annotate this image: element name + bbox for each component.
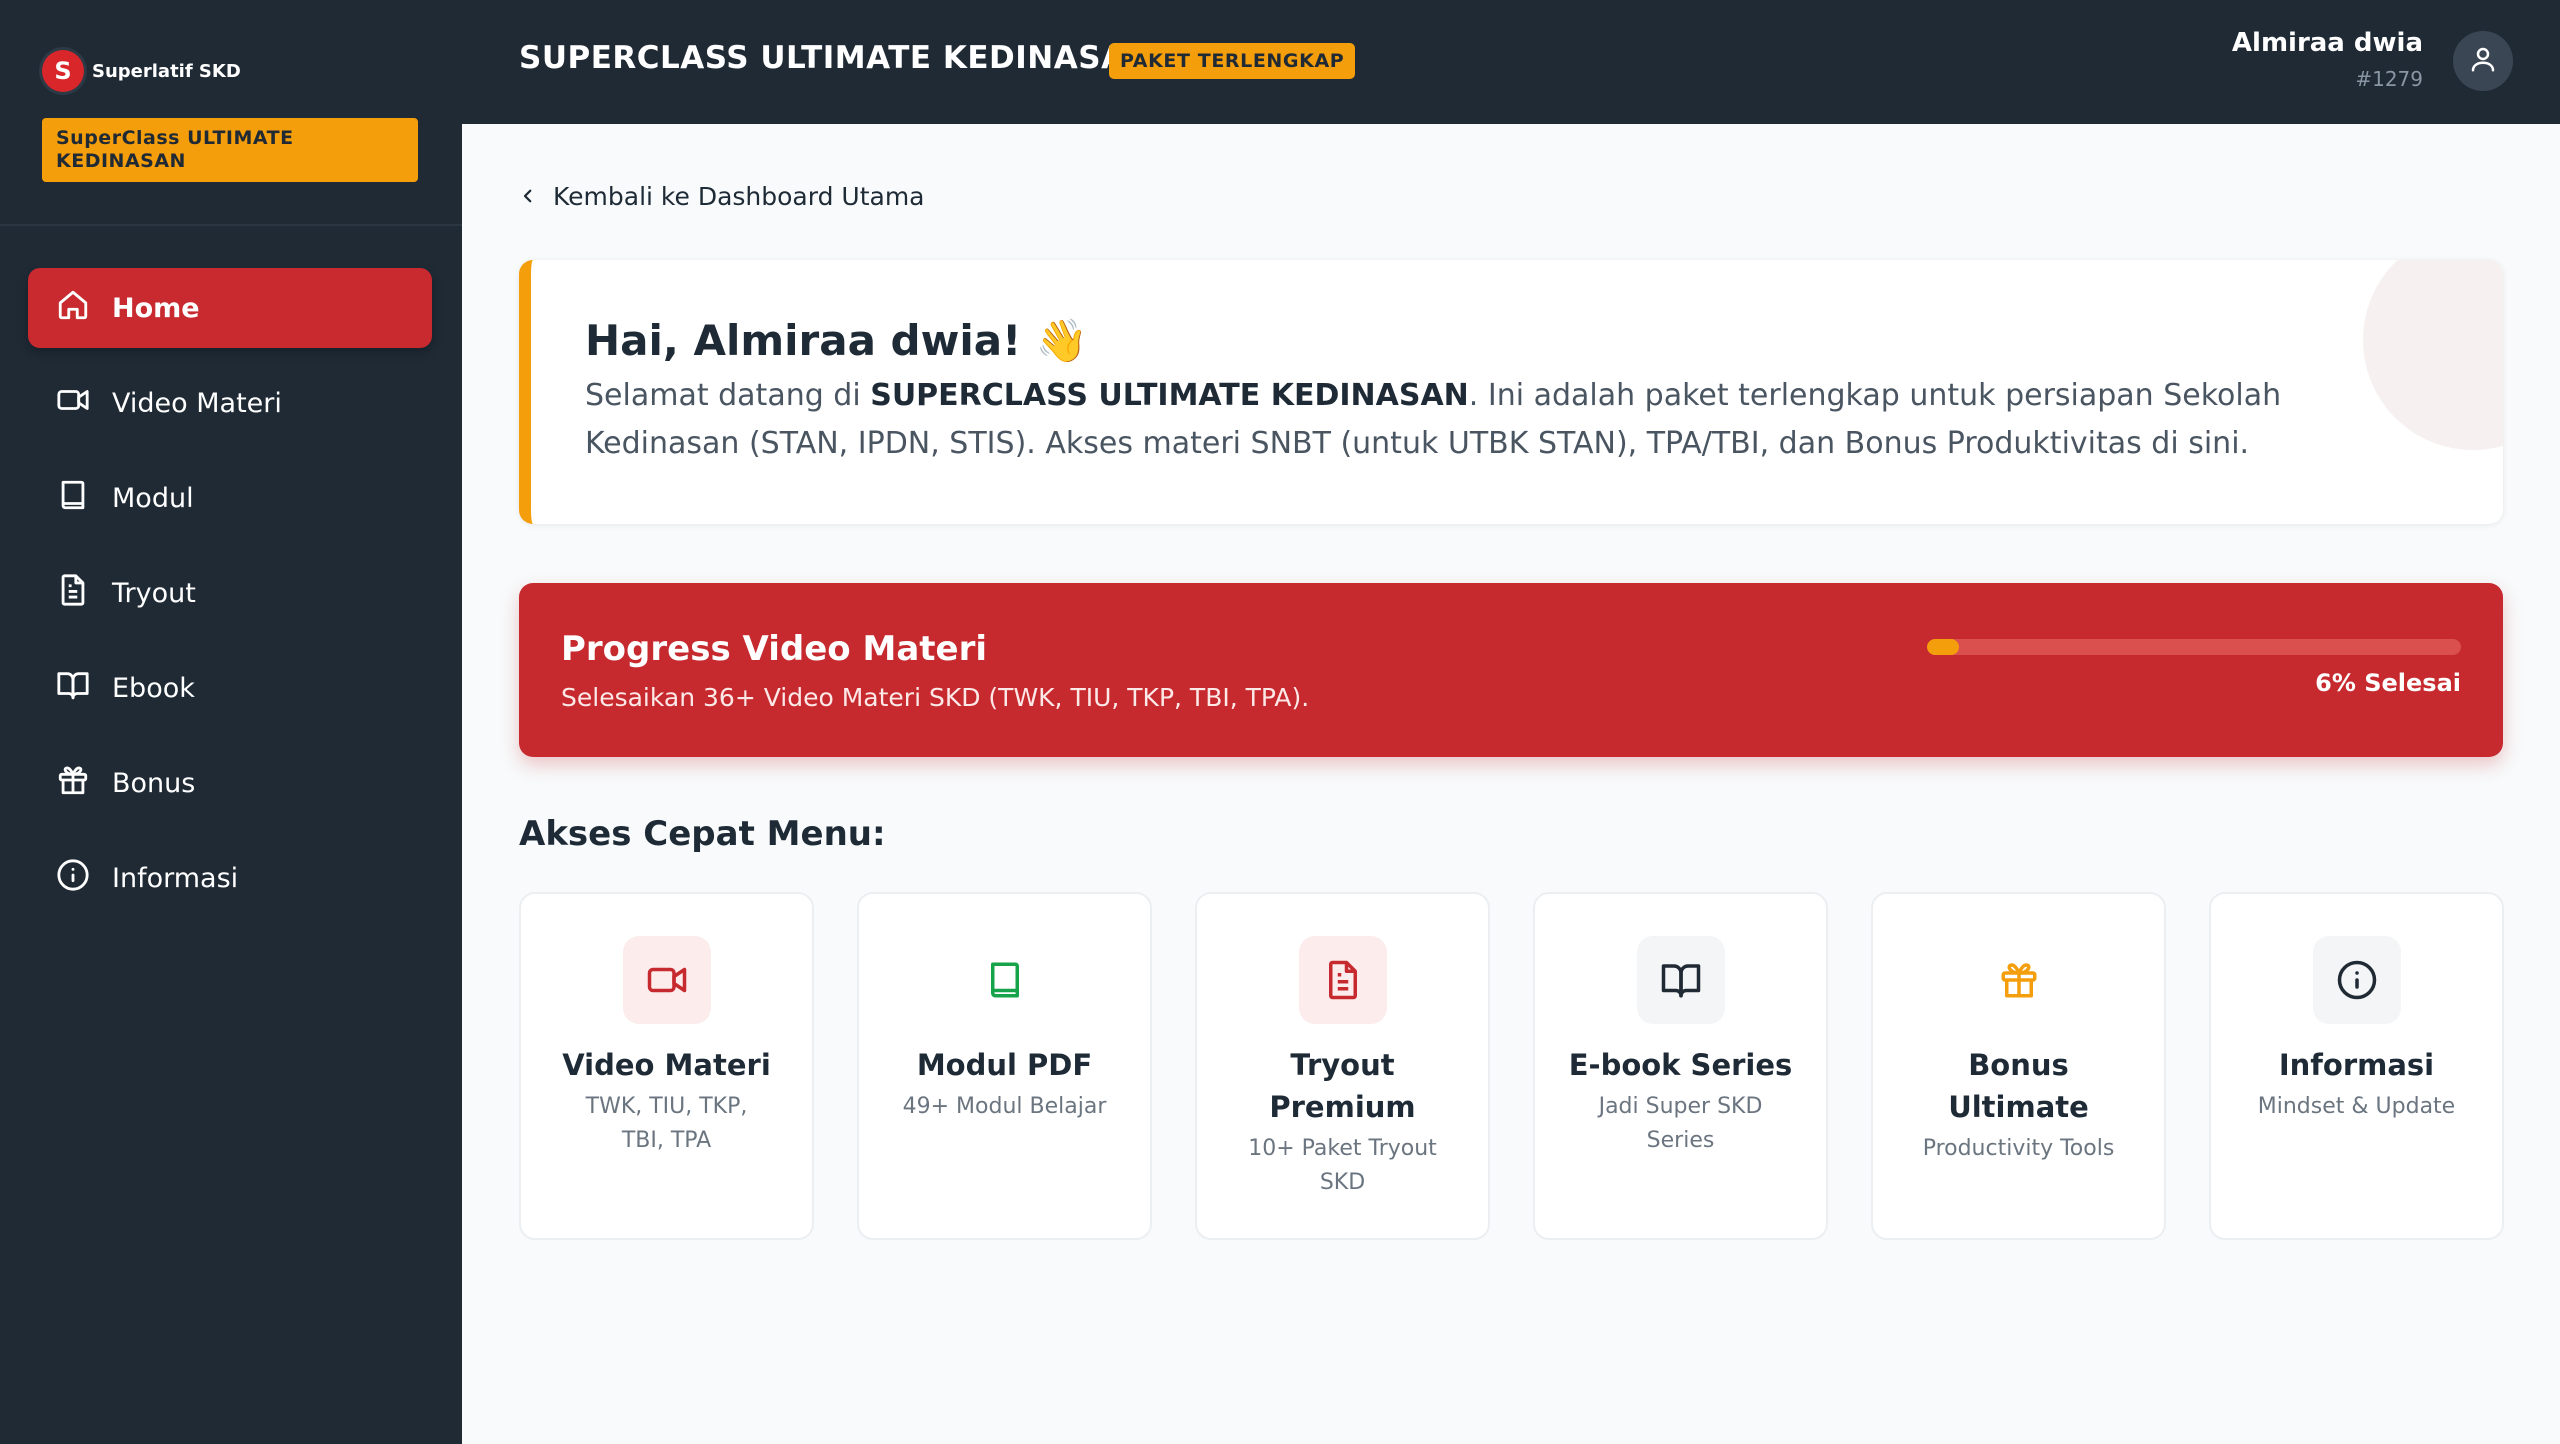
package-badge: SuperClass ULTIMATE KEDINASAN [42, 118, 418, 182]
sidebar-item-video-materi[interactable]: Video Materi [28, 363, 432, 443]
card-title: Modul PDF [916, 1048, 1093, 1082]
sidebar-item-label: Informasi [112, 862, 239, 894]
card-title: Video Materi [562, 1048, 771, 1082]
sidebar-item-label: Modul [112, 482, 194, 514]
brand-name: Superlatif SKD [92, 60, 241, 82]
sidebar-item-label: Tryout [112, 577, 196, 609]
sidebar-item-ebook[interactable]: Ebook [28, 648, 432, 728]
sidebar-item-bonus[interactable]: Bonus [28, 743, 432, 823]
open-book-icon [56, 668, 90, 709]
sidebar-item-label: Video Materi [112, 387, 282, 419]
progress-subtitle: Selesaikan 36+ Video Materi SKD (TWK, TI… [561, 683, 1310, 712]
gift-icon [56, 763, 90, 804]
card-subtitle: Productivity Tools [1922, 1136, 2115, 1161]
progress-bar [1927, 639, 2461, 655]
welcome-text: Selamat datang di SUPERCLASS ULTIMATE KE… [585, 378, 2282, 461]
page-title: SUPERCLASS ULTIMATE KEDINASAN [519, 40, 1153, 76]
user-id: #1279 [2355, 67, 2423, 91]
progress-title: Progress Video Materi [561, 629, 987, 669]
sidebar-item-tryout[interactable]: Tryout [28, 553, 432, 633]
card-title: Tryout Premium [1269, 1048, 1416, 1124]
brand-logo: S [42, 50, 84, 92]
card-subtitle: 49+ Modul Belajar [902, 1094, 1107, 1119]
quick-access-cards: Video Materi TWK, TIU, TKP, TBI, TPA Mod… [519, 892, 2504, 1240]
sidebar-item-home[interactable]: Home [28, 268, 432, 348]
sidebar-divider [0, 224, 462, 226]
card-title: Bonus Ultimate [1948, 1048, 2089, 1124]
brand[interactable]: S Superlatif SKD [42, 50, 241, 92]
progress-card: Progress Video Materi Selesaikan 36+ Vid… [519, 583, 2503, 757]
video-icon [56, 383, 90, 424]
sidebar-item-label: Bonus [112, 767, 196, 799]
topbar: SUPERCLASS ULTIMATE KEDINASAN PAKET TERL… [462, 0, 2560, 124]
quick-card-informasi[interactable]: Informasi Mindset & Update [2209, 892, 2504, 1240]
card-title: E-book Series [1568, 1048, 1793, 1082]
user-icon [2468, 44, 2498, 78]
sidebar-item-label: Ebook [112, 672, 195, 704]
info-icon [56, 858, 90, 899]
package-tag: PAKET TERLENGKAP [1109, 43, 1356, 79]
welcome-card: Hai, Almiraa dwia! 👋 Selamat datang di S… [519, 260, 2503, 524]
sidebar-nav: Home Video Materi Modul Tryout Ebook Bon… [28, 268, 432, 933]
avatar[interactable] [2453, 31, 2513, 91]
document-icon [56, 573, 90, 614]
quick-card-ebook-series[interactable]: E-book Series Jadi Super SKD Series [1533, 892, 1828, 1240]
sidebar-item-informasi[interactable]: Informasi [28, 838, 432, 918]
sidebar: S Superlatif SKD SuperClass ULTIMATE KED… [0, 0, 462, 1444]
card-subtitle: TWK, TIU, TKP, TBI, TPA [585, 1094, 748, 1153]
info-icon [2312, 936, 2401, 1024]
welcome-title: Hai, Almiraa dwia! 👋 [585, 316, 1089, 365]
card-subtitle: Jadi Super SKD Series [1598, 1094, 1763, 1153]
card-title: Informasi [2278, 1048, 2435, 1082]
gift-icon [1974, 936, 2063, 1024]
quick-card-modul-pdf[interactable]: Modul PDF 49+ Modul Belajar [857, 892, 1152, 1240]
home-icon [56, 288, 90, 329]
quick-card-video-materi[interactable]: Video Materi TWK, TIU, TKP, TBI, TPA [519, 892, 814, 1240]
back-link[interactable]: Kembali ke Dashboard Utama [519, 182, 925, 211]
sidebar-item-label: Home [112, 292, 200, 324]
progress-bar-fill [1927, 639, 1960, 655]
sidebar-item-modul[interactable]: Modul [28, 458, 432, 538]
quick-access-title: Akses Cepat Menu: [519, 814, 886, 854]
chevron-left-icon [519, 182, 537, 211]
back-link-label: Kembali ke Dashboard Utama [553, 182, 925, 211]
book-icon [56, 478, 90, 519]
document-icon [1298, 936, 1387, 1024]
progress-label: 6% Selesai [2315, 669, 2461, 697]
main-content: Kembali ke Dashboard Utama Hai, Almiraa … [462, 124, 2560, 1444]
card-subtitle: Mindset & Update [2257, 1094, 2456, 1119]
user-name: Almiraa dwia [2231, 28, 2423, 58]
video-icon [622, 936, 711, 1024]
quick-card-bonus-ultimate[interactable]: Bonus Ultimate Productivity Tools [1871, 892, 2166, 1240]
quick-card-tryout-premium[interactable]: Tryout Premium 10+ Paket Tryout SKD [1195, 892, 1490, 1240]
welcome-text-bold: SUPERCLASS ULTIMATE KEDINASAN [870, 378, 1469, 413]
open-book-icon [1636, 936, 1725, 1024]
book-icon [960, 936, 1049, 1024]
card-subtitle: 10+ Paket Tryout SKD [1248, 1136, 1437, 1195]
